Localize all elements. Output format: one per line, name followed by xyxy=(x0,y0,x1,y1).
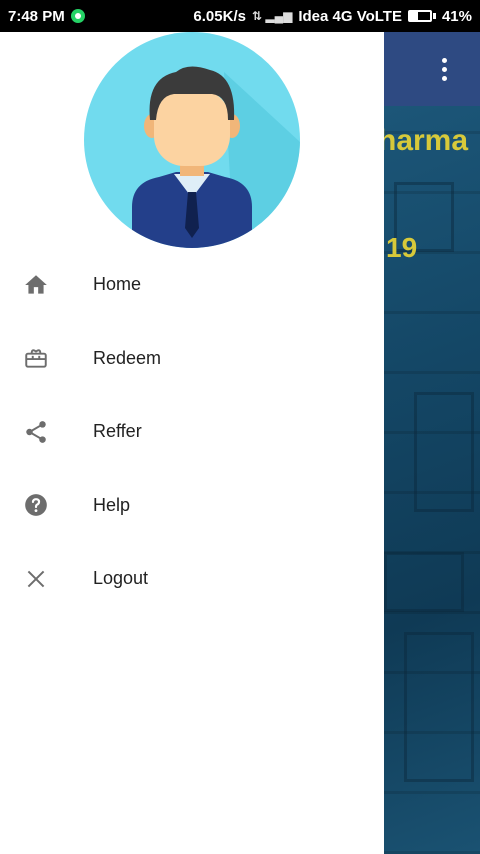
background-app: harma 19 xyxy=(384,32,480,854)
overflow-menu-icon[interactable] xyxy=(442,58,448,81)
menu-label-logout: Logout xyxy=(93,568,149,589)
battery-percent: 41% xyxy=(441,7,472,25)
signal-icon: ⇅ ▂▄▆ xyxy=(251,9,293,23)
menu-item-redeem[interactable]: Redeem xyxy=(0,322,384,396)
menu-item-help[interactable]: Help xyxy=(0,469,384,543)
status-time: 7:48 PM xyxy=(8,7,65,25)
menu-item-logout[interactable]: Logout xyxy=(0,542,384,616)
status-bar: 7:48 PM 6.05K/s ⇅ ▂▄▆ Idea 4G VoLTE 41% xyxy=(0,0,480,32)
help-icon xyxy=(22,491,50,519)
home-icon xyxy=(22,271,50,299)
menu-label-home: Home xyxy=(93,274,142,295)
background-title: harma xyxy=(384,124,469,157)
menu-item-home[interactable]: Home xyxy=(0,248,384,322)
drawer-menu: Home Redeem Reffer Help Logout xyxy=(0,248,384,616)
menu-label-reffer: Reffer xyxy=(93,421,142,442)
network-speed: 6.05K/s xyxy=(193,7,246,25)
gift-card-icon xyxy=(22,344,50,372)
menu-label-redeem: Redeem xyxy=(93,347,162,368)
user-avatar-icon xyxy=(132,66,300,248)
background-toolbar xyxy=(384,32,480,106)
navigation-drawer: Home Redeem Reffer Help Logout xyxy=(0,32,384,854)
whatsapp-icon xyxy=(70,9,85,23)
share-icon xyxy=(22,418,50,446)
menu-item-reffer[interactable]: Reffer xyxy=(0,395,384,469)
avatar[interactable] xyxy=(84,32,300,248)
battery-icon xyxy=(407,10,436,22)
background-date: 19 xyxy=(386,232,418,263)
menu-label-help: Help xyxy=(93,494,131,515)
close-icon xyxy=(22,565,50,593)
carrier-label: Idea 4G VoLTE xyxy=(298,7,402,25)
